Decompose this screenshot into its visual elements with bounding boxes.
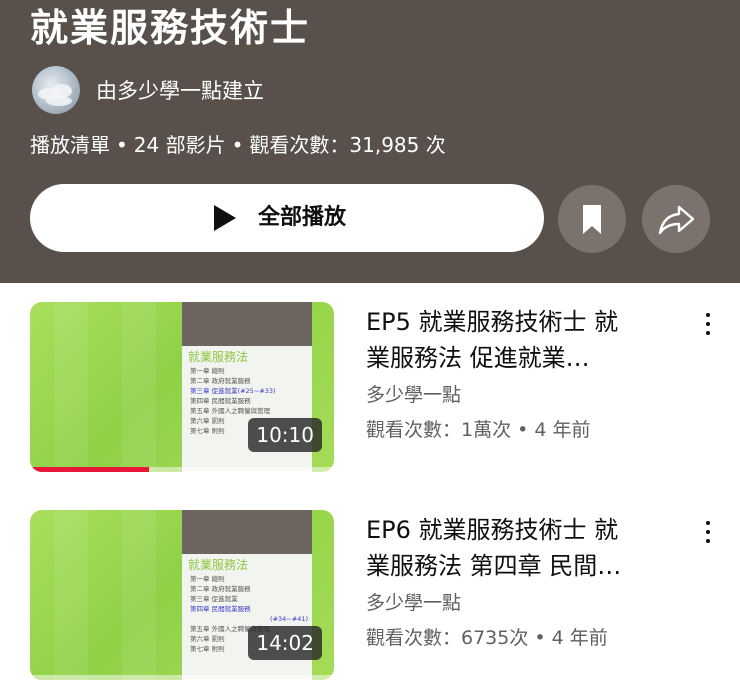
more-vert-icon[interactable] bbox=[698, 310, 718, 338]
playlist-meta: 播放清單 • 24 部影片 • 觀看次數：31,985 次 bbox=[30, 130, 446, 160]
video-stats: 觀看次數：6735次 • 4 年前 bbox=[366, 627, 608, 649]
watch-progress-bar bbox=[30, 467, 334, 472]
toc-item: 第三章 促進就業(#25~#33) bbox=[190, 387, 276, 395]
duration-badge: 10:10 bbox=[248, 418, 322, 452]
video-views: 觀看次數：6735次 bbox=[366, 627, 529, 649]
play-icon bbox=[214, 205, 236, 231]
video-thumbnail[interactable]: 就業服務法 第一章 總則 第二章 政府就業服務 第三章 促進就業 第四章 民間就… bbox=[30, 510, 334, 680]
play-all-button[interactable]: 全部播放 bbox=[30, 184, 544, 252]
toc-item: 第一章 總則 bbox=[190, 575, 225, 583]
playlist-views: 觀看次數：31,985 次 bbox=[249, 133, 446, 157]
video-count: 24 部影片 bbox=[133, 133, 226, 157]
video-stats: 觀看次數：1萬次 • 4 年前 bbox=[366, 419, 591, 441]
video-title-line: 業服務法 促進就業… bbox=[366, 344, 590, 372]
playlist-type: 播放清單 bbox=[30, 133, 110, 157]
share-icon bbox=[658, 205, 695, 235]
list-item[interactable]: 就業服務法 第一章 總則 第二章 政府就業服務 第三章 促進就業(#25~#33… bbox=[0, 302, 740, 482]
watch-progress-fill bbox=[30, 467, 149, 472]
video-channel[interactable]: 多少學一點 bbox=[366, 588, 461, 618]
video-title-line: EP6 就業服務技術士 就 bbox=[366, 516, 619, 544]
video-age: 4 年前 bbox=[551, 627, 608, 649]
video-age: 4 年前 bbox=[534, 419, 591, 441]
toc-item: (#34~#41) bbox=[270, 615, 308, 623]
watch-progress-bar bbox=[30, 675, 334, 680]
video-views: 觀看次數：1萬次 bbox=[366, 419, 512, 441]
save-playlist-button[interactable] bbox=[558, 185, 626, 253]
separator: • bbox=[231, 133, 244, 157]
video-channel[interactable]: 多少學一點 bbox=[366, 380, 461, 410]
play-all-label: 全部播放 bbox=[258, 205, 347, 230]
playlist-creator[interactable]: 由多少學一點建立 bbox=[96, 76, 264, 106]
slide-title: 就業服務法 bbox=[188, 558, 249, 572]
video-title[interactable]: EP6 就業服務技術士 就 業服務法 第四章 民間… bbox=[366, 512, 688, 584]
toc-item: 第二章 政府就業服務 bbox=[190, 585, 251, 593]
toc-item: 第五章 外國人之聘僱與管理 bbox=[190, 407, 271, 415]
video-title-line: EP5 就業服務技術士 就 bbox=[366, 308, 619, 336]
playlist-header: 就業服務技術士 由多少學一點建立 播放清單 • 24 部影片 • 觀看次數：31,985… bbox=[0, 0, 740, 283]
slide-title: 就業服務法 bbox=[188, 350, 249, 364]
toc-item: 第四章 民間就業服務 bbox=[190, 397, 251, 405]
duration-badge: 14:02 bbox=[248, 626, 322, 660]
toc-item: 第三章 促進就業 bbox=[190, 595, 238, 603]
more-vert-icon[interactable] bbox=[698, 518, 718, 546]
toc-item: 第一章 總則 bbox=[190, 367, 225, 375]
separator: • bbox=[116, 133, 128, 157]
toc-item: 第四章 民間就業服務 bbox=[190, 605, 251, 613]
avatar[interactable] bbox=[32, 66, 80, 114]
bookmark-icon bbox=[583, 205, 601, 234]
list-item[interactable]: 就業服務法 第一章 總則 第二章 政府就業服務 第三章 促進就業 第四章 民間就… bbox=[0, 510, 740, 690]
video-title-line: 業服務法 第四章 民間… bbox=[366, 552, 622, 580]
toc-item: 第二章 政府就業服務 bbox=[190, 377, 251, 385]
video-title[interactable]: EP5 就業服務技術士 就 業服務法 促進就業… bbox=[366, 304, 688, 376]
playlist-title: 就業服務技術士 bbox=[30, 6, 311, 50]
video-thumbnail[interactable]: 就業服務法 第一章 總則 第二章 政府就業服務 第三章 促進就業(#25~#33… bbox=[30, 302, 334, 472]
share-button[interactable] bbox=[642, 185, 710, 253]
